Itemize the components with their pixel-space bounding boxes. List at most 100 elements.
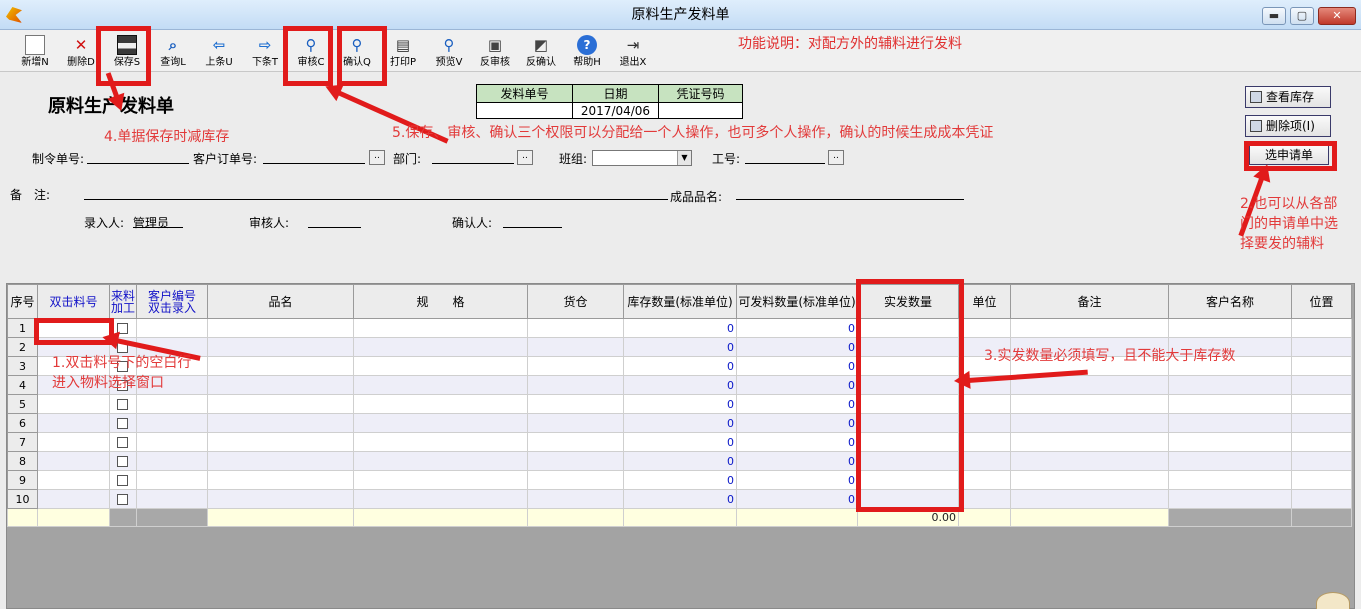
remark-cell[interactable]	[1010, 413, 1169, 433]
item-code-cell[interactable]	[37, 394, 110, 414]
emp-no-browse-button[interactable]: ..	[828, 150, 844, 165]
location-cell	[1291, 432, 1352, 452]
doc-no-field[interactable]	[476, 102, 573, 119]
delete-item-button[interactable]: 删除项(I)	[1245, 115, 1331, 137]
toolbar-button-10[interactable]: ▣ 反审核	[474, 33, 516, 71]
chevron-down-icon: ▼	[677, 151, 691, 165]
row-number-cell: 6	[7, 413, 38, 433]
unit-cell	[958, 489, 1011, 509]
external-checkbox-cell[interactable]	[109, 394, 137, 414]
remark-cell[interactable]	[1010, 451, 1169, 471]
item-code-cell[interactable]	[37, 413, 110, 433]
warehouse-cell[interactable]	[527, 337, 624, 357]
customer-code-cell[interactable]	[136, 413, 208, 433]
toolbar-button-4[interactable]: ⇦ 上条U	[198, 33, 240, 71]
remark-cell[interactable]	[1010, 470, 1169, 490]
item-code-cell[interactable]	[37, 470, 110, 490]
dept-browse-button[interactable]: ..	[517, 150, 533, 165]
col-item-code[interactable]: 双击料号	[37, 284, 110, 319]
remark-cell[interactable]	[1010, 489, 1169, 509]
external-processing-checkbox[interactable]	[117, 399, 128, 410]
table-row[interactable]: 9 00	[7, 470, 1352, 490]
spec-cell	[353, 413, 528, 433]
emp-no-label: 工号:	[712, 152, 741, 166]
item-code-cell[interactable]	[37, 451, 110, 471]
table-row[interactable]: 8 00	[7, 451, 1352, 471]
order-no-field[interactable]	[87, 150, 189, 164]
warehouse-cell[interactable]	[527, 394, 624, 414]
table-row[interactable]: 6 00	[7, 413, 1352, 433]
external-checkbox-cell[interactable]	[109, 489, 137, 509]
row-number-cell: 7	[7, 432, 38, 452]
external-processing-checkbox[interactable]	[117, 475, 128, 486]
toolbar-button-8[interactable]: ▤ 打印P	[382, 33, 424, 71]
customer-code-cell[interactable]	[136, 470, 208, 490]
external-checkbox-cell[interactable]	[109, 451, 137, 471]
toolbar-button-12[interactable]: ? 帮助H	[566, 33, 608, 71]
customer-order-browse-button[interactable]: ..	[369, 150, 385, 165]
customer-code-cell[interactable]	[136, 451, 208, 471]
warehouse-cell[interactable]	[527, 413, 624, 433]
remark-cell[interactable]	[1010, 318, 1169, 338]
row-number-cell: 8	[7, 451, 38, 471]
customer-code-cell[interactable]	[136, 394, 208, 414]
order-no-label: 制令单号:	[32, 152, 85, 166]
location-cell	[1291, 489, 1352, 509]
toolbar-button-9[interactable]: ⚲ 预览V	[428, 33, 470, 71]
toolbar-button-label: 反审核	[480, 57, 510, 68]
minimize-button[interactable]: ▬	[1262, 7, 1286, 25]
external-processing-checkbox[interactable]	[117, 456, 128, 467]
customer-order-field[interactable]	[263, 150, 365, 164]
item-code-cell[interactable]	[37, 489, 110, 509]
name-cell	[207, 413, 354, 433]
toolbar-button-11[interactable]: ◩ 反确认	[520, 33, 562, 71]
stock-qty-cell: 0	[623, 337, 737, 357]
customer-code-cell[interactable]	[136, 432, 208, 452]
grid-icon	[1250, 120, 1262, 132]
team-select[interactable]: ▼	[592, 150, 692, 166]
remark-cell[interactable]	[1010, 432, 1169, 452]
dept-label: 部门:	[393, 152, 422, 166]
voucher-field[interactable]	[658, 102, 743, 119]
item-code-cell[interactable]	[37, 432, 110, 452]
emp-no-field[interactable]	[745, 150, 825, 164]
check-stock-button[interactable]: 查看库存	[1245, 86, 1331, 108]
location-cell	[1291, 337, 1352, 357]
product-name-field[interactable]	[736, 186, 964, 200]
external-processing-checkbox[interactable]	[117, 418, 128, 429]
toolbar-button-5[interactable]: ⇨ 下条T	[244, 33, 286, 71]
warehouse-cell[interactable]	[527, 451, 624, 471]
date-label: 日期	[572, 84, 659, 103]
maximize-button[interactable]: ▢	[1290, 7, 1314, 25]
dept-field[interactable]	[432, 150, 514, 164]
date-field[interactable]: 2017/04/06	[572, 102, 659, 119]
external-processing-checkbox[interactable]	[117, 437, 128, 448]
external-checkbox-cell[interactable]	[109, 413, 137, 433]
table-row[interactable]: 4 00	[7, 375, 1352, 395]
remark-cell[interactable]	[1010, 394, 1169, 414]
external-checkbox-cell[interactable]	[109, 432, 137, 452]
table-row[interactable]: 7 00	[7, 432, 1352, 452]
spec-cell	[353, 489, 528, 509]
warehouse-cell[interactable]	[527, 470, 624, 490]
warehouse-cell[interactable]	[527, 489, 624, 509]
table-row[interactable]: 1 00	[7, 318, 1352, 338]
table-row[interactable]: 10 0 0	[7, 489, 1352, 509]
warehouse-cell[interactable]	[527, 356, 624, 376]
close-button[interactable]: ✕	[1318, 7, 1356, 25]
table-row[interactable]: 5 00	[7, 394, 1352, 414]
total-cell	[1168, 508, 1292, 527]
total-cell	[37, 508, 110, 527]
customer-code-cell[interactable]	[136, 489, 208, 509]
remark-field[interactable]	[84, 186, 668, 200]
external-checkbox-cell[interactable]	[109, 470, 137, 490]
warehouse-cell[interactable]	[527, 432, 624, 452]
toolbar-button-0[interactable]: 新增N	[14, 33, 56, 71]
toolbar-button-13[interactable]: ⇥ 退出X	[612, 33, 654, 71]
external-processing-checkbox[interactable]	[117, 494, 128, 505]
toolbar-button-3[interactable]: ⌕ 查询L	[152, 33, 194, 71]
warehouse-cell[interactable]	[527, 318, 624, 338]
warehouse-cell[interactable]	[527, 375, 624, 395]
customer-code-cell[interactable]	[136, 318, 208, 338]
stock-qty-cell: 0	[623, 413, 737, 433]
